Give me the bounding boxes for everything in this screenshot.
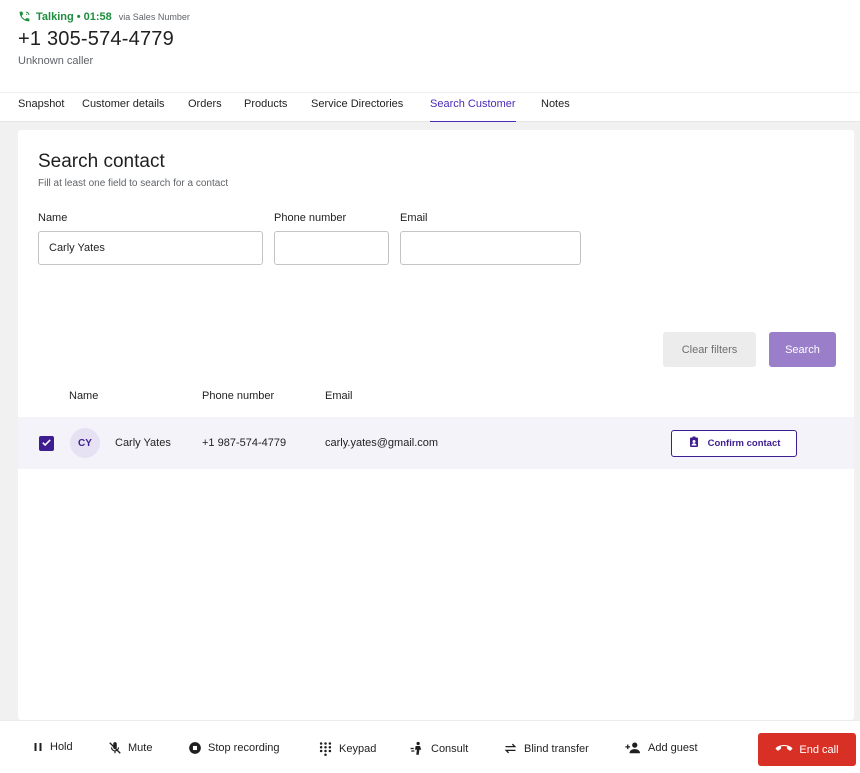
call-controls-bar: Hold Mute Stop recording Keypad Consult … — [0, 720, 860, 773]
tab-customer-details[interactable]: Customer details — [82, 98, 165, 122]
add-guest-button[interactable]: Add guest — [624, 741, 698, 755]
confirm-contact-label: Confirm contact — [707, 438, 781, 449]
stop-record-icon — [188, 741, 202, 755]
tab-bar: Snapshot Customer details Orders Product… — [0, 92, 860, 123]
end-call-button[interactable]: End call — [758, 733, 856, 766]
keypad-label: Keypad — [339, 742, 377, 755]
call-line-label: via Sales Number — [118, 11, 190, 22]
table-row[interactable]: CY Carly Yates +1 987-574-4779 carly.yat… — [18, 417, 854, 469]
phone-in-talk-icon — [18, 10, 31, 23]
hang-up-icon — [775, 743, 793, 756]
tab-orders[interactable]: Orders — [188, 98, 222, 122]
panel-title: Search contact — [38, 151, 165, 172]
mute-button[interactable]: Mute — [108, 741, 152, 755]
stop-recording-button[interactable]: Stop recording — [188, 741, 280, 755]
add-guest-label: Add guest — [648, 742, 698, 754]
consult-button[interactable]: Consult — [410, 741, 468, 756]
row-checkbox[interactable] — [39, 436, 54, 451]
contact-badge-icon — [688, 436, 700, 451]
confirm-contact-button[interactable]: Confirm contact — [671, 430, 797, 457]
phone-field-label: Phone number — [274, 212, 347, 224]
phone-number-field[interactable] — [274, 231, 389, 265]
contact-email: carly.yates@gmail.com — [325, 437, 439, 449]
column-header-email: Email — [325, 390, 353, 402]
hold-label: Hold — [50, 741, 73, 753]
consult-icon — [410, 741, 425, 756]
blind-transfer-button[interactable]: Blind transfer — [503, 741, 589, 756]
column-header-name: Name — [69, 390, 99, 402]
email-field-label: Email — [400, 212, 428, 224]
check-icon — [41, 435, 52, 453]
clear-filters-button[interactable]: Clear filters — [663, 332, 756, 367]
search-button[interactable]: Search — [769, 332, 836, 367]
blind-transfer-label: Blind transfer — [524, 742, 589, 755]
caller-phone-number: +1 305-574-4779 — [18, 28, 174, 50]
tab-snapshot[interactable]: Snapshot — [18, 98, 64, 122]
tab-search-customer[interactable]: Search Customer — [430, 98, 516, 123]
tab-service-directories[interactable]: Service Directories — [311, 98, 403, 122]
keypad-button[interactable]: Keypad — [318, 741, 376, 756]
search-contact-panel: Search contact Fill at least one field t… — [18, 130, 854, 720]
transfer-icon — [503, 741, 518, 756]
panel-subtitle: Fill at least one field to search for a … — [38, 178, 229, 189]
contact-name: Carly Yates — [115, 437, 171, 449]
call-status-text: Talking • 01:58 — [36, 10, 112, 23]
name-field[interactable] — [38, 231, 263, 265]
tab-notes[interactable]: Notes — [541, 98, 570, 122]
add-person-icon — [624, 741, 642, 755]
mic-off-icon — [108, 741, 122, 755]
hold-button[interactable]: Hold — [32, 741, 73, 753]
email-field[interactable] — [400, 231, 581, 265]
avatar: CY — [70, 428, 100, 458]
contact-phone: +1 987-574-4779 — [202, 437, 287, 449]
tab-products[interactable]: Products — [244, 98, 287, 122]
stop-recording-label: Stop recording — [208, 742, 280, 754]
end-call-label: End call — [799, 743, 839, 756]
call-header: Talking • 01:58 via Sales Number +1 305-… — [18, 10, 190, 68]
mute-label: Mute — [128, 742, 153, 754]
column-header-phone: Phone number — [202, 390, 275, 402]
pause-icon — [32, 741, 44, 753]
consult-label: Consult — [431, 742, 469, 755]
call-status: Talking • 01:58 via Sales Number — [18, 10, 190, 23]
name-field-label: Name — [38, 212, 68, 224]
keypad-icon — [318, 741, 333, 756]
caller-name: Unknown caller — [18, 55, 94, 67]
